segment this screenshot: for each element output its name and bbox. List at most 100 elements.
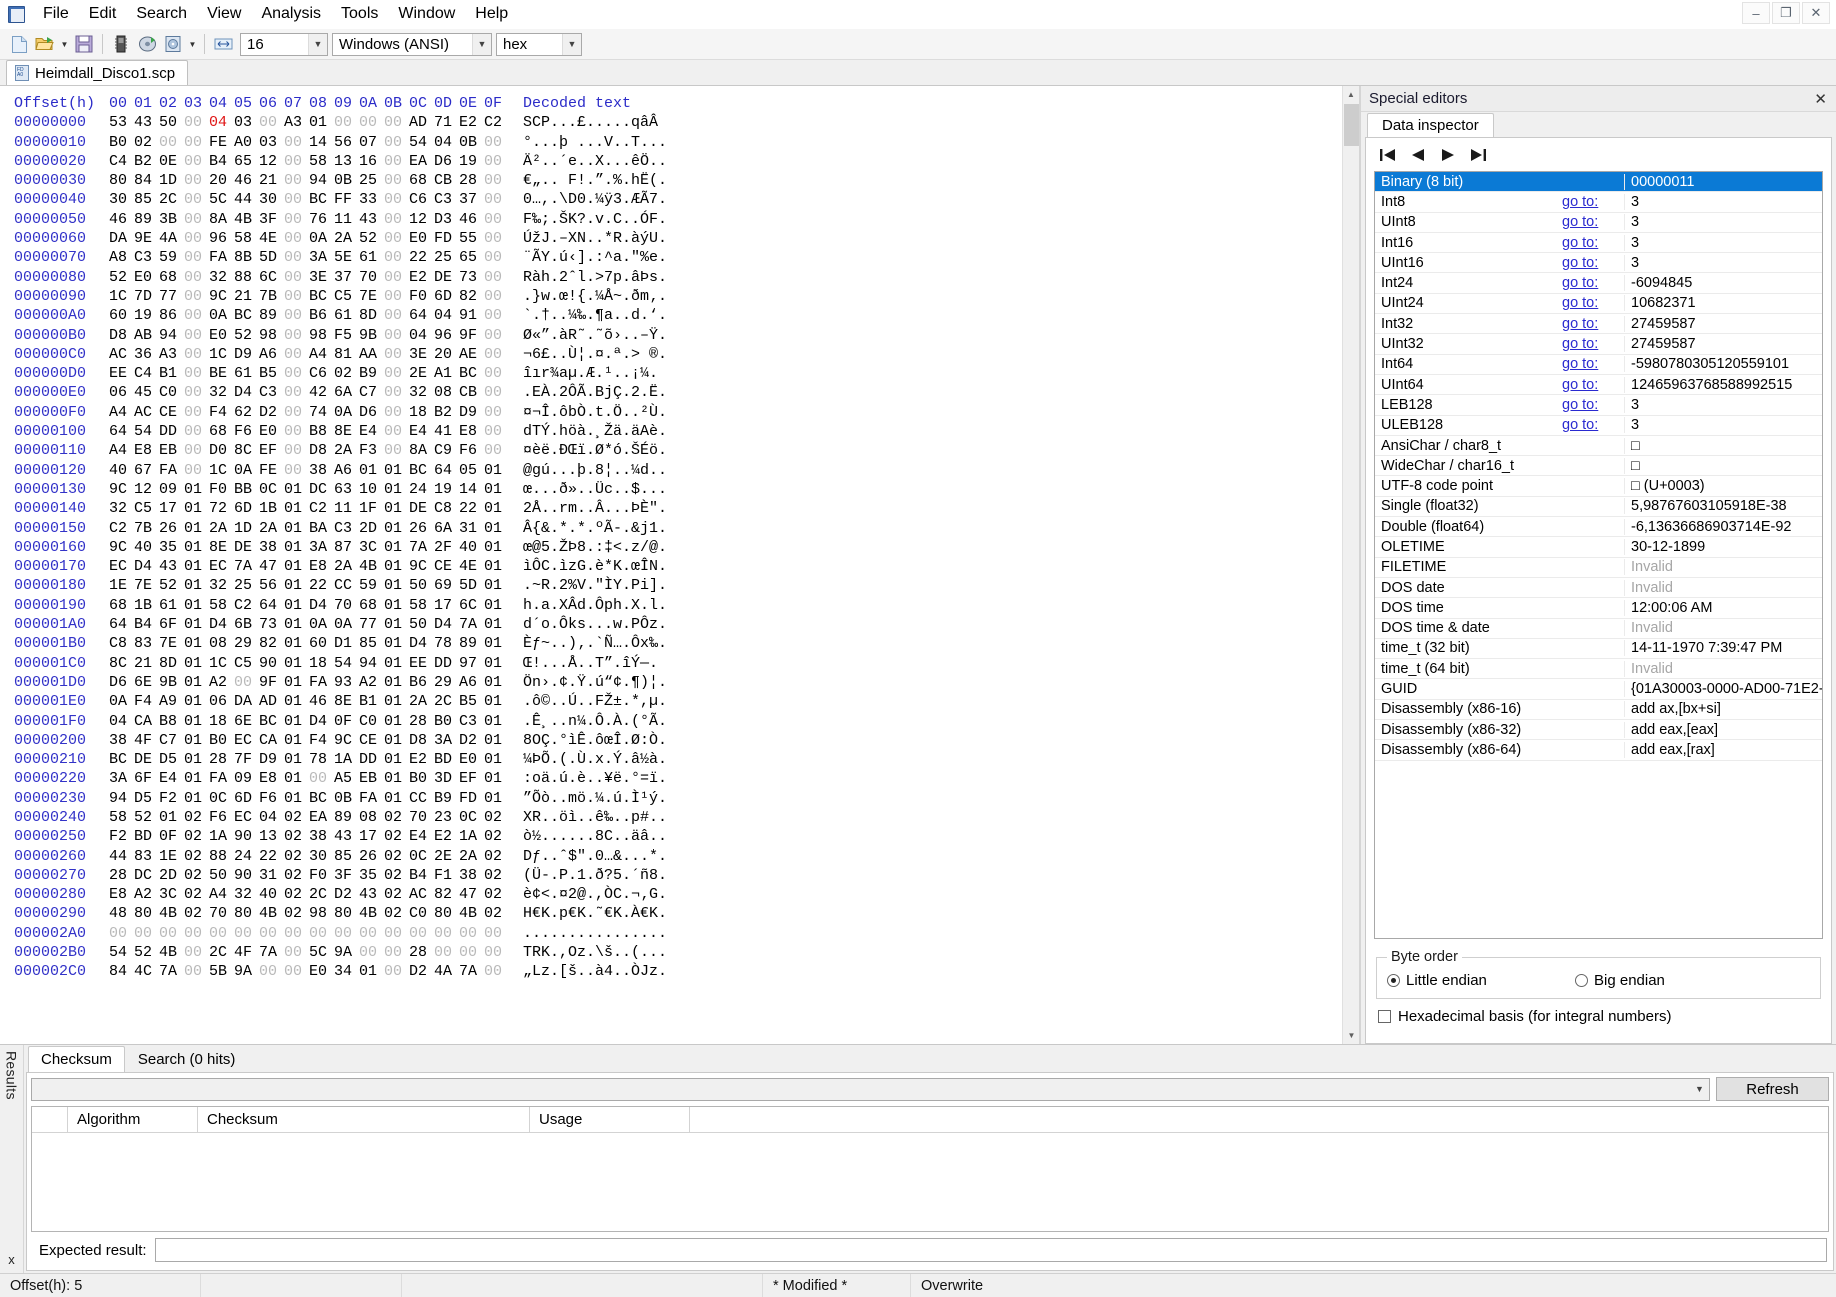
- hex-byte-cell[interactable]: 21: [234, 287, 259, 306]
- hex-byte-cell[interactable]: BC: [309, 789, 334, 808]
- hex-byte-cell[interactable]: 00: [384, 441, 409, 460]
- data-inspector-row-value[interactable]: add ax,[bx+si]: [1624, 701, 1822, 717]
- hex-byte-cell[interactable]: 68: [209, 422, 234, 441]
- chevron-down-icon[interactable]: ▼: [472, 34, 491, 55]
- hex-byte-cell[interactable]: EF: [259, 441, 284, 460]
- hex-byte-cell[interactable]: CC: [409, 789, 434, 808]
- hex-byte-cell[interactable]: 01: [284, 480, 309, 499]
- hex-byte-cell[interactable]: F2: [109, 827, 134, 846]
- hex-row[interactable]: 00000050 46 89 3B 00 8A 4B 3F 00 76 11 43 00 12 D3 46 00…: [14, 210, 667, 229]
- hex-byte-cell[interactable]: 7F: [234, 750, 259, 769]
- hex-byte-cell[interactable]: DE: [434, 268, 459, 287]
- hex-byte-cell[interactable]: 43: [134, 113, 159, 132]
- hex-byte-cell[interactable]: 7A: [459, 615, 484, 634]
- hex-row-decoded-text[interactable]: Â{&.*.*.ºÃ-.&j1.: [509, 519, 667, 538]
- hex-byte-cell[interactable]: A3: [284, 113, 309, 132]
- hex-row-decoded-text[interactable]: Ä²..´e..X...êÖ..: [509, 152, 667, 171]
- hex-byte-cell[interactable]: C6: [309, 364, 334, 383]
- data-inspector-row[interactable]: DOS time 12:00:06 AM: [1375, 598, 1822, 618]
- hex-byte-cell[interactable]: EA: [409, 152, 434, 171]
- hex-byte-cell[interactable]: 00: [359, 924, 384, 943]
- hex-row[interactable]: 00000070 A8 C3 59 00 FA 8B 5D 00 3A 5E 61 00 22 25 65 00…: [14, 248, 667, 267]
- hex-byte-cell[interactable]: D8: [109, 326, 134, 345]
- hex-byte-cell[interactable]: 54: [334, 654, 359, 673]
- hex-byte-cell[interactable]: B1: [159, 364, 184, 383]
- hex-row-decoded-text[interactable]: ¨ÃY.ú‹].:^a."%e.: [509, 248, 667, 267]
- hex-byte-cell[interactable]: 12: [259, 152, 284, 171]
- hex-row-decoded-text[interactable]: Ràh.2ˆl.>7p.âÞs.: [509, 268, 667, 287]
- hex-byte-cell[interactable]: 98: [309, 904, 334, 923]
- hex-byte-cell[interactable]: 30: [259, 190, 284, 209]
- data-inspector-row[interactable]: Disassembly (x86-64) add eax,[rax]: [1375, 740, 1822, 760]
- hex-byte-cell[interactable]: 7A: [259, 943, 284, 962]
- hex-byte-cell[interactable]: D3: [434, 210, 459, 229]
- hex-byte-cell[interactable]: 02: [284, 866, 309, 885]
- data-inspector-row[interactable]: Single (float32) 5,98767603105918E-38: [1375, 497, 1822, 517]
- hex-byte-cell[interactable]: 30: [309, 847, 334, 866]
- menu-item-window[interactable]: Window: [388, 1, 465, 27]
- hex-byte-cell[interactable]: DE: [134, 750, 159, 769]
- hex-byte-cell[interactable]: 1F: [359, 499, 384, 518]
- hex-byte-cell[interactable]: FD: [434, 229, 459, 248]
- hex-row-decoded-text[interactable]: œ...ð»..Üc..$...: [509, 480, 667, 499]
- hex-byte-cell[interactable]: 77: [359, 615, 384, 634]
- hex-byte-cell[interactable]: A6: [459, 673, 484, 692]
- hex-byte-cell[interactable]: 01: [284, 769, 309, 788]
- hex-byte-cell[interactable]: 8D: [359, 306, 384, 325]
- menu-item-search[interactable]: Search: [126, 1, 197, 27]
- hex-byte-cell[interactable]: 0A: [334, 403, 359, 422]
- hex-byte-cell[interactable]: 00: [384, 306, 409, 325]
- hex-row[interactable]: 00000130 9C 12 09 01 F0 BB 0C 01 DC 63 10 01 24 19 14 01…: [14, 480, 667, 499]
- hex-byte-cell[interactable]: 00: [184, 345, 209, 364]
- hex-byte-cell[interactable]: 01: [284, 538, 309, 557]
- hex-byte-cell[interactable]: 01: [484, 654, 509, 673]
- hex-byte-cell[interactable]: B8: [309, 422, 334, 441]
- data-inspector-row[interactable]: UInt8 go to: 3: [1375, 213, 1822, 233]
- hex-byte-cell[interactable]: 37: [334, 268, 359, 287]
- hex-byte-cell[interactable]: 00: [484, 133, 509, 152]
- hex-byte-cell[interactable]: 00: [359, 943, 384, 962]
- hex-byte-cell[interactable]: 7E: [134, 576, 159, 595]
- hex-byte-cell[interactable]: BC: [309, 190, 334, 209]
- hex-byte-cell[interactable]: 04: [209, 113, 234, 132]
- hex-byte-cell[interactable]: F6: [259, 789, 284, 808]
- hex-byte-cell[interactable]: 68: [359, 596, 384, 615]
- hex-byte-cell[interactable]: 13: [334, 152, 359, 171]
- hex-byte-cell[interactable]: A3: [159, 345, 184, 364]
- data-inspector-row-value[interactable]: 10682371: [1624, 295, 1822, 311]
- hex-byte-cell[interactable]: C3: [459, 712, 484, 731]
- hex-byte-cell[interactable]: 00: [384, 287, 409, 306]
- hex-row[interactable]: 000000A0 60 19 86 00 0A BC 89 00 B6 61 8D 00 64 04 91 00…: [14, 306, 667, 325]
- hex-byte-cell[interactable]: 01: [284, 750, 309, 769]
- hex-byte-cell[interactable]: 01: [184, 480, 209, 499]
- hex-byte-cell[interactable]: FE: [209, 133, 234, 152]
- hex-byte-cell[interactable]: A4: [109, 403, 134, 422]
- hex-byte-cell[interactable]: 3D: [434, 769, 459, 788]
- hex-byte-cell[interactable]: 05: [459, 461, 484, 480]
- goto-link[interactable]: go to:: [1562, 255, 1624, 271]
- hex-byte-cell[interactable]: 01: [284, 731, 309, 750]
- data-inspector-row-value[interactable]: -6,13636686903714E-92: [1624, 519, 1822, 535]
- hex-byte-cell[interactable]: 00: [384, 248, 409, 267]
- hex-byte-cell[interactable]: BD: [134, 827, 159, 846]
- hex-byte-cell[interactable]: 02: [134, 133, 159, 152]
- hex-byte-cell[interactable]: F0: [409, 287, 434, 306]
- hex-byte-cell[interactable]: 07: [359, 133, 384, 152]
- hex-byte-cell[interactable]: 29: [234, 634, 259, 653]
- hex-byte-cell[interactable]: 01: [284, 712, 309, 731]
- hex-row[interactable]: 00000100 64 54 DD 00 68 F6 E0 00 B8 8E E4 00 E4 41 E8 00…: [14, 422, 667, 441]
- hex-byte-cell[interactable]: 01: [484, 615, 509, 634]
- hex-byte-cell[interactable]: 01: [184, 596, 209, 615]
- hex-byte-cell[interactable]: E4: [409, 422, 434, 441]
- hex-byte-cell[interactable]: 6D: [434, 287, 459, 306]
- hex-byte-cell[interactable]: D6: [434, 152, 459, 171]
- hex-byte-cell[interactable]: 73: [259, 615, 284, 634]
- hex-byte-cell[interactable]: 0B: [459, 133, 484, 152]
- hex-byte-cell[interactable]: 0A: [209, 306, 234, 325]
- hex-byte-cell[interactable]: 0F: [159, 827, 184, 846]
- data-inspector-row[interactable]: UInt32 go to: 27459587: [1375, 334, 1822, 354]
- hex-byte-cell[interactable]: B2: [134, 152, 159, 171]
- hex-byte-cell[interactable]: CE: [159, 403, 184, 422]
- hex-byte-cell[interactable]: 02: [384, 866, 409, 885]
- hex-byte-cell[interactable]: D2: [259, 403, 284, 422]
